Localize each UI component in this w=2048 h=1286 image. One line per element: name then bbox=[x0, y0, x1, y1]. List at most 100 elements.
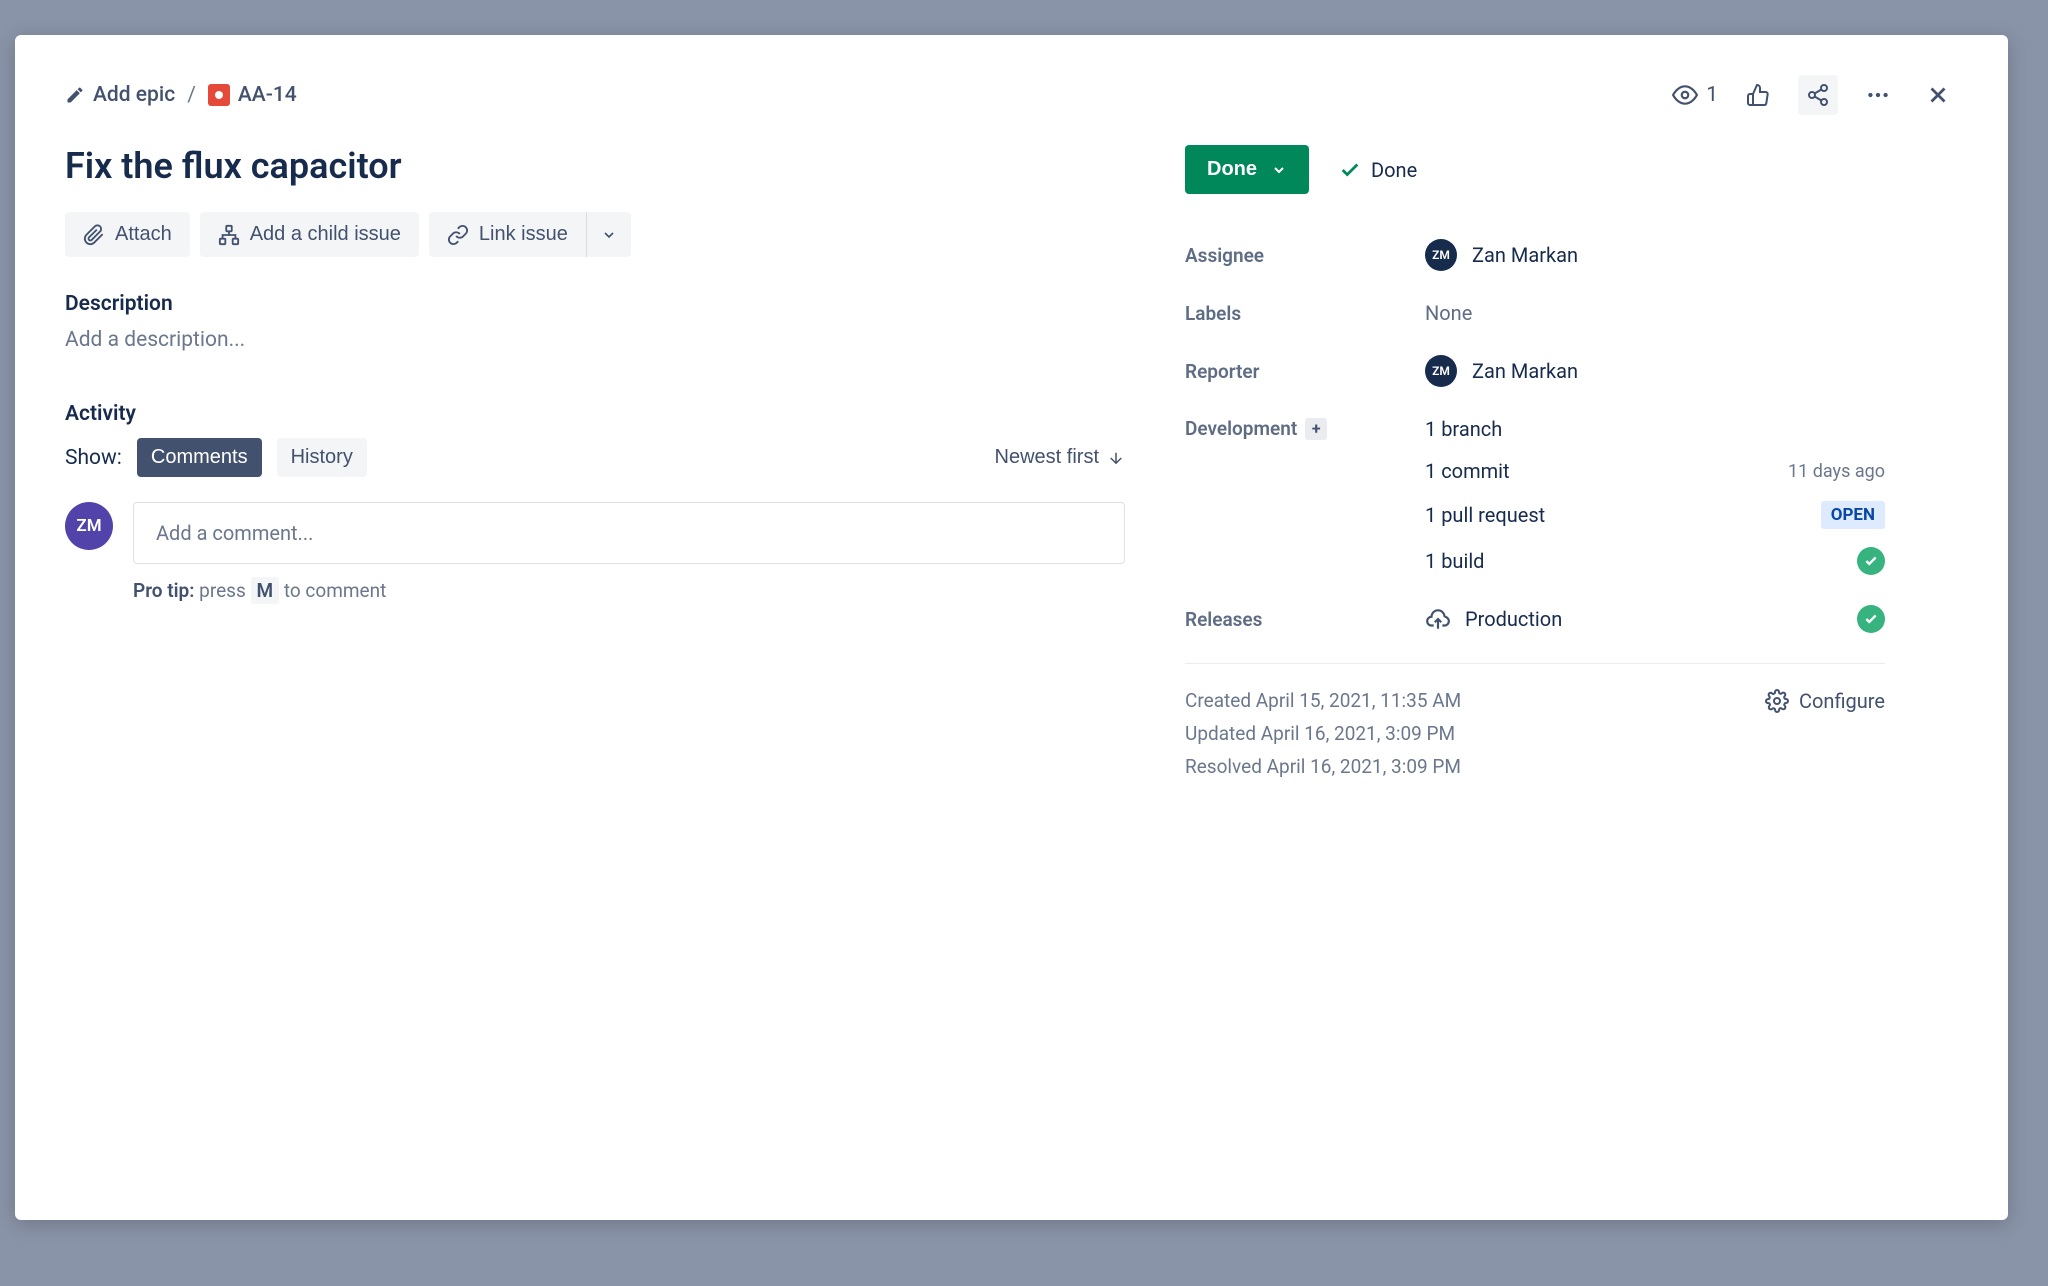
child-issue-icon bbox=[218, 224, 240, 246]
breadcrumb-separator: / bbox=[187, 83, 196, 107]
sort-button[interactable]: Newest first bbox=[995, 446, 1125, 469]
tab-comments[interactable]: Comments bbox=[137, 438, 262, 477]
assignee-value: ZM Zan Markan bbox=[1425, 239, 1885, 271]
releases-label: Releases bbox=[1185, 608, 1425, 631]
chevron-down-icon bbox=[1271, 162, 1287, 178]
action-bar: Attach Add a child issue Link issue bbox=[65, 212, 1125, 257]
assignee-name: Zan Markan bbox=[1472, 243, 1578, 267]
updated-timestamp: Updated April 16, 2021, 3:09 PM bbox=[1185, 722, 1461, 745]
issue-key-text: AA-14 bbox=[238, 83, 297, 107]
add-development-button[interactable]: + bbox=[1305, 418, 1327, 440]
more-horizontal-icon bbox=[1865, 82, 1891, 108]
vote-button[interactable] bbox=[1738, 75, 1778, 115]
resolution-status: Done bbox=[1339, 158, 1417, 182]
description-label: Description bbox=[65, 292, 1125, 316]
assignee-avatar: ZM bbox=[1425, 239, 1457, 271]
issue-key-link[interactable]: AA-14 bbox=[208, 83, 297, 107]
pro-tip-text: Pro tip: press M to comment bbox=[133, 579, 1125, 602]
release-name: Production bbox=[1465, 607, 1562, 631]
show-label: Show: bbox=[65, 446, 122, 470]
comment-input[interactable]: Add a comment... bbox=[133, 502, 1125, 564]
bug-icon bbox=[208, 84, 230, 106]
branch-text: 1 branch bbox=[1425, 417, 1502, 441]
dev-commit-item[interactable]: 1 commit 11 days ago bbox=[1425, 459, 1885, 483]
dev-pr-item[interactable]: 1 pull request OPEN bbox=[1425, 501, 1885, 529]
attach-icon bbox=[83, 224, 105, 246]
release-value: Production bbox=[1425, 606, 1562, 632]
dev-build-item[interactable]: 1 build bbox=[1425, 547, 1885, 575]
modal-content: Fix the flux capacitor Attach Add a chil… bbox=[65, 145, 1958, 1180]
modal-header: Add epic / AA-14 1 bbox=[65, 75, 1958, 115]
comment-input-row: ZM Add a comment... bbox=[65, 502, 1125, 564]
assignee-label: Assignee bbox=[1185, 244, 1425, 267]
configure-button[interactable]: Configure bbox=[1765, 689, 1885, 713]
user-avatar: ZM bbox=[65, 502, 113, 550]
pencil-icon bbox=[65, 85, 85, 105]
more-actions-button[interactable] bbox=[1858, 75, 1898, 115]
add-child-issue-button[interactable]: Add a child issue bbox=[200, 212, 419, 257]
labels-field[interactable]: Labels None bbox=[1185, 301, 1885, 325]
check-icon bbox=[1339, 159, 1361, 181]
pr-text: 1 pull request bbox=[1425, 503, 1545, 527]
resolution-label: Done bbox=[1371, 158, 1417, 182]
deploy-icon bbox=[1425, 606, 1451, 632]
check-circle-icon bbox=[1857, 605, 1885, 633]
watch-count-value: 1 bbox=[1706, 83, 1718, 107]
chevron-down-icon bbox=[601, 227, 617, 243]
check-circle-icon bbox=[1857, 547, 1885, 575]
issue-modal: Add epic / AA-14 1 bbox=[15, 35, 2008, 1220]
gear-icon bbox=[1765, 689, 1789, 713]
watch-button[interactable]: 1 bbox=[1672, 82, 1718, 108]
reporter-field[interactable]: Reporter ZM Zan Markan bbox=[1185, 355, 1885, 387]
reporter-value: ZM Zan Markan bbox=[1425, 355, 1885, 387]
commit-time: 11 days ago bbox=[1788, 461, 1885, 482]
development-list: 1 branch 1 commit 11 days ago 1 pull req… bbox=[1425, 417, 1885, 575]
activity-filters: Show: Comments History Newest first bbox=[65, 438, 1125, 477]
status-label: Done bbox=[1207, 158, 1257, 181]
pro-tip-suffix: to comment bbox=[284, 579, 386, 602]
link-issue-button[interactable]: Link issue bbox=[429, 212, 586, 257]
build-text: 1 build bbox=[1425, 549, 1484, 573]
releases-field[interactable]: Releases Production bbox=[1185, 605, 1885, 633]
eye-icon bbox=[1672, 82, 1698, 108]
labels-value: None bbox=[1425, 301, 1885, 325]
close-button[interactable] bbox=[1918, 75, 1958, 115]
releases-value-row: Production bbox=[1425, 605, 1885, 633]
tab-history[interactable]: History bbox=[277, 438, 367, 477]
breadcrumb: Add epic / AA-14 bbox=[65, 83, 297, 107]
link-issue-label: Link issue bbox=[479, 223, 568, 246]
separator bbox=[1185, 663, 1885, 664]
dev-branch-item[interactable]: 1 branch bbox=[1425, 417, 1885, 441]
arrow-down-icon bbox=[1107, 449, 1125, 467]
status-dropdown[interactable]: Done bbox=[1185, 145, 1309, 194]
sort-label: Newest first bbox=[995, 446, 1099, 469]
reporter-label: Reporter bbox=[1185, 360, 1425, 383]
pr-status-badge: OPEN bbox=[1821, 501, 1885, 529]
labels-label: Labels bbox=[1185, 302, 1425, 325]
development-label: Development + bbox=[1185, 417, 1425, 440]
add-epic-label: Add epic bbox=[93, 83, 175, 107]
attach-label: Attach bbox=[115, 223, 172, 246]
link-issue-dropdown[interactable] bbox=[586, 212, 631, 257]
pro-tip-press: press bbox=[199, 579, 246, 602]
share-button[interactable] bbox=[1798, 75, 1838, 115]
reporter-avatar: ZM bbox=[1425, 355, 1457, 387]
created-timestamp: Created April 15, 2021, 11:35 AM bbox=[1185, 689, 1461, 712]
share-icon bbox=[1806, 83, 1830, 107]
assignee-field[interactable]: Assignee ZM Zan Markan bbox=[1185, 239, 1885, 271]
status-row: Done Done bbox=[1185, 145, 1885, 194]
development-field: Development + 1 branch 1 commit 11 days … bbox=[1185, 417, 1885, 575]
activity-show-row: Show: Comments History bbox=[65, 438, 367, 477]
add-child-label: Add a child issue bbox=[250, 223, 401, 246]
reporter-name: Zan Markan bbox=[1472, 359, 1578, 383]
timestamps: Created April 15, 2021, 11:35 AM Updated… bbox=[1185, 689, 1461, 778]
resolved-timestamp: Resolved April 16, 2021, 3:09 PM bbox=[1185, 755, 1461, 778]
issue-title[interactable]: Fix the flux capacitor bbox=[65, 145, 1125, 187]
link-issue-group: Link issue bbox=[429, 212, 631, 257]
attach-button[interactable]: Attach bbox=[65, 212, 190, 257]
description-input[interactable]: Add a description... bbox=[65, 328, 1125, 352]
sidebar-panel: Done Done Assignee ZM Zan Markan bbox=[1185, 145, 1885, 1180]
link-icon bbox=[447, 224, 469, 246]
sidebar-footer: Created April 15, 2021, 11:35 AM Updated… bbox=[1185, 689, 1885, 778]
add-epic-link[interactable]: Add epic bbox=[65, 83, 175, 107]
